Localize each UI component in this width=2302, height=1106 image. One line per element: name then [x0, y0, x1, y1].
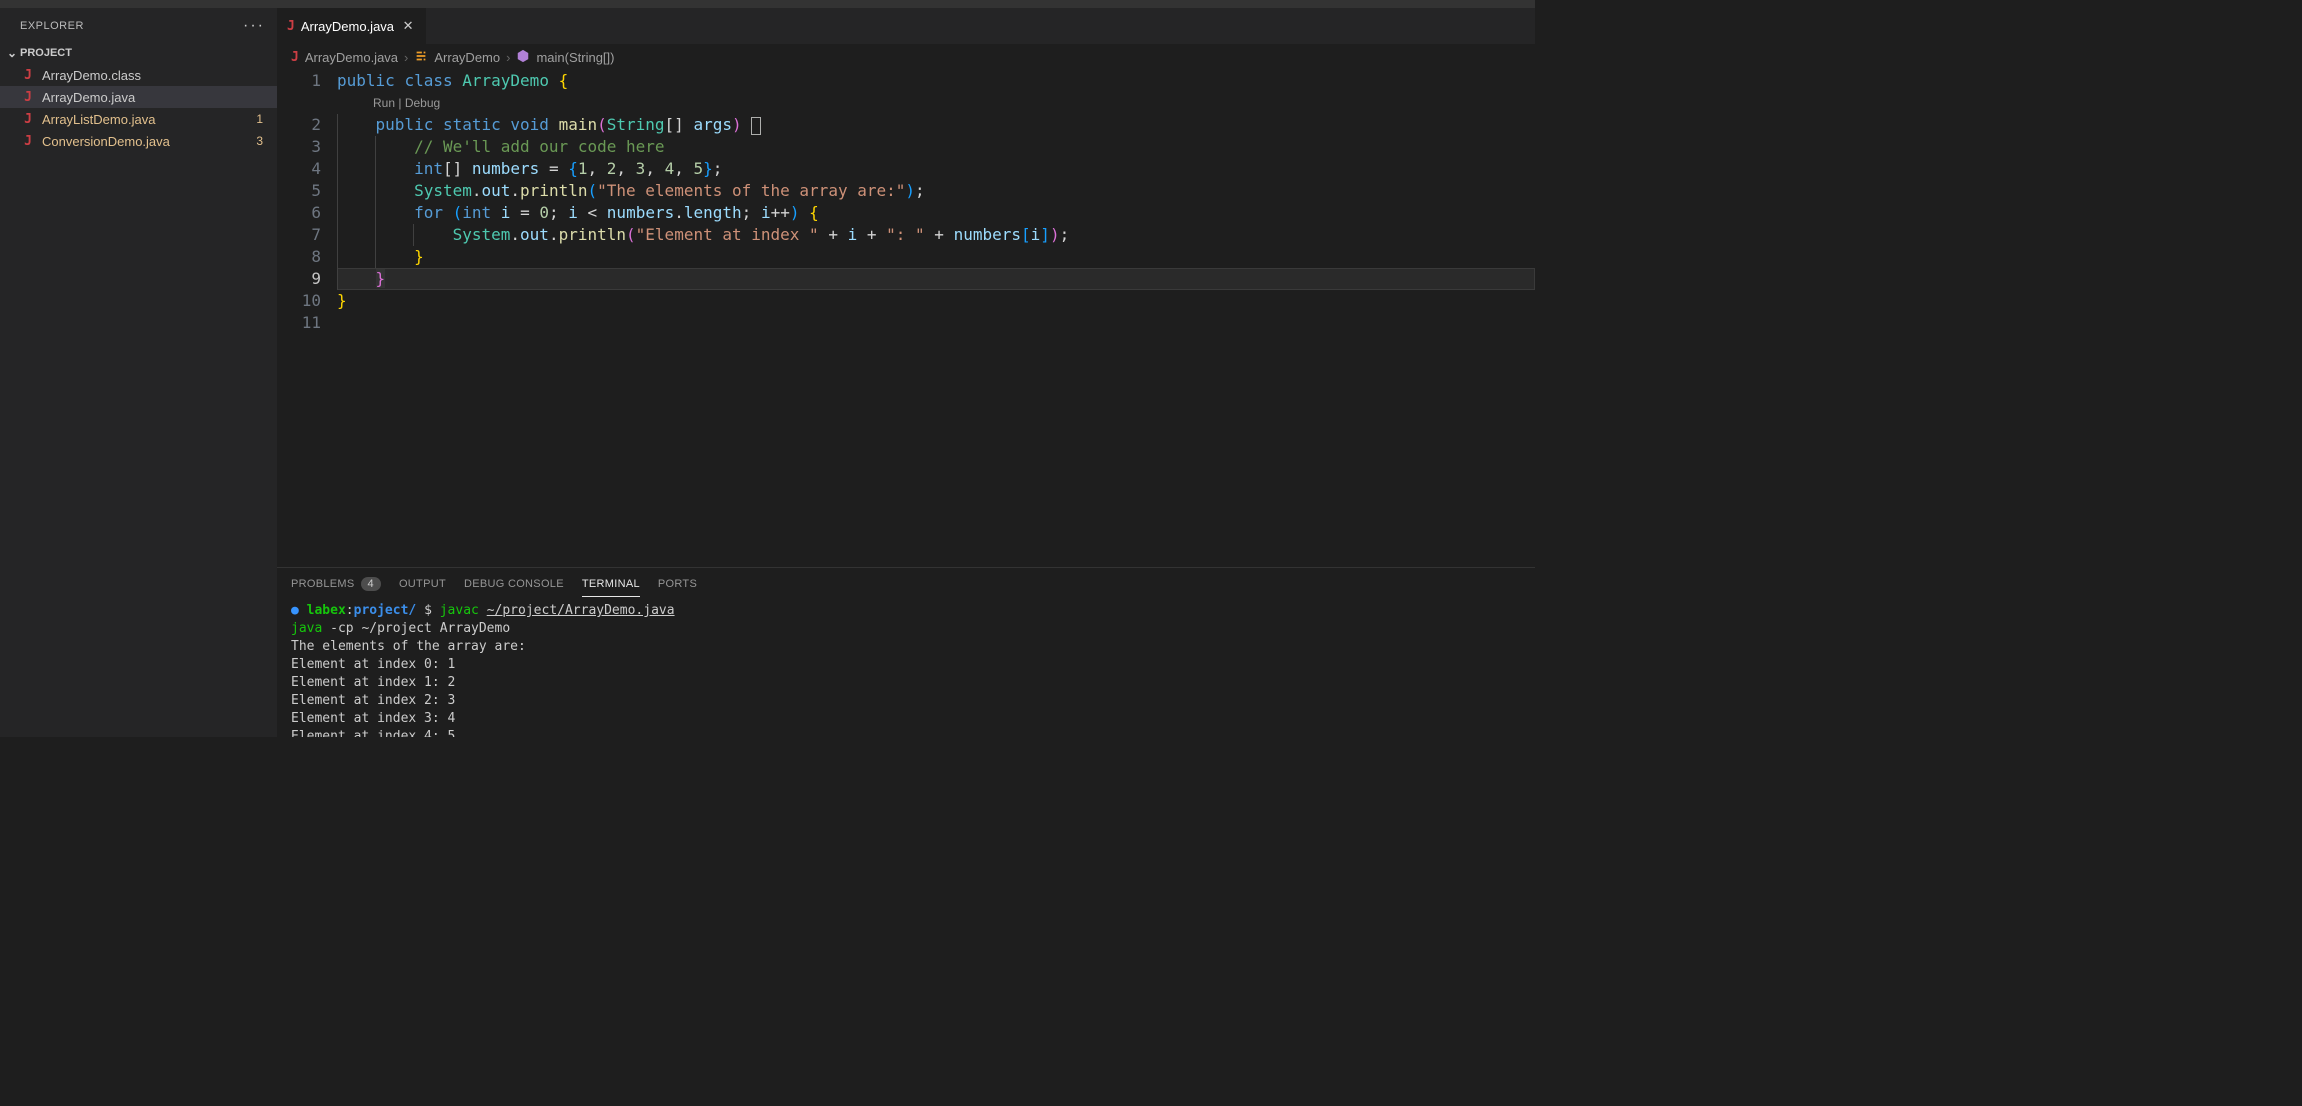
file-item[interactable]: J ArrayListDemo.java1	[0, 108, 277, 130]
chevron-down-icon: ⌄	[4, 46, 20, 60]
line-number: 4	[277, 158, 321, 180]
java-file-icon: J	[20, 68, 36, 83]
explorer-sidebar: EXPLORER ··· ⌄ PROJECT JArrayDemo.classJ…	[0, 8, 277, 737]
java-file-icon: J	[20, 90, 36, 105]
codelens: Run | Debug	[337, 92, 1535, 114]
terminal-line: Element at index 1: 2	[291, 674, 1521, 692]
breadcrumb[interactable]: J ArrayDemo.java › ArrayDemo › main(Stri…	[277, 44, 1535, 70]
terminal-line: Element at index 2: 3	[291, 692, 1521, 710]
terminal-line: java -cp ~/project ArrayDemo	[291, 620, 1521, 638]
explorer-title: EXPLORER	[20, 20, 84, 32]
modified-badge: 1	[256, 112, 263, 126]
close-icon[interactable]: ✕	[400, 18, 416, 34]
tab-label: ArrayDemo.java	[301, 19, 394, 34]
current-line-highlight	[337, 268, 1535, 290]
panel-tabs: PROBLEMS 4 OUTPUT DEBUG CONSOLE TERMINAL…	[277, 568, 1535, 600]
code-editor[interactable]: 1 2 3 4 5 6 7 8 9 10 11 public class Arr…	[277, 70, 1535, 567]
line-number: 1	[277, 70, 321, 92]
more-actions-icon[interactable]: ···	[243, 17, 265, 35]
terminal-line: Element at index 4: 5	[291, 728, 1521, 737]
tab-problems[interactable]: PROBLEMS 4	[291, 571, 381, 597]
tab-debug-console[interactable]: DEBUG CONSOLE	[464, 572, 564, 596]
tab-bar: J ArrayDemo.java ✕	[277, 8, 1535, 44]
keyword: public	[337, 71, 395, 90]
java-file-icon: J	[287, 19, 295, 34]
terminal-line: Element at index 0: 1	[291, 656, 1521, 674]
file-item[interactable]: J ArrayDemo.class	[0, 64, 277, 86]
explorer-header: EXPLORER ···	[0, 8, 277, 43]
cursor	[751, 117, 761, 135]
line-number: 7	[277, 224, 321, 246]
codelens-debug[interactable]: Debug	[405, 96, 440, 110]
line-number: 3	[277, 136, 321, 158]
java-file-icon: J	[20, 112, 36, 127]
section-label: PROJECT	[20, 47, 72, 59]
chevron-right-icon: ›	[404, 50, 408, 65]
terminal[interactable]: ● labex:project/ $ javac ~/project/Array…	[277, 600, 1535, 737]
java-file-icon: J	[291, 50, 299, 65]
project-section-header[interactable]: ⌄ PROJECT	[0, 43, 277, 63]
tab-output[interactable]: OUTPUT	[399, 572, 446, 596]
line-gutter: 1 2 3 4 5 6 7 8 9 10 11	[277, 70, 337, 567]
breadcrumb-method[interactable]: main(String[])	[536, 50, 614, 65]
line-number: 11	[277, 312, 321, 334]
file-name: ArrayListDemo.java	[42, 112, 256, 127]
bottom-panel: PROBLEMS 4 OUTPUT DEBUG CONSOLE TERMINAL…	[277, 567, 1535, 737]
problems-badge: 4	[361, 577, 381, 591]
line-number: 6	[277, 202, 321, 224]
file-name: ConversionDemo.java	[42, 134, 256, 149]
line-number: 10	[277, 290, 321, 312]
tab-ports[interactable]: PORTS	[658, 572, 697, 596]
chevron-right-icon: ›	[506, 50, 510, 65]
file-name: ArrayDemo.class	[42, 68, 267, 83]
file-name: ArrayDemo.java	[42, 90, 267, 105]
codelens-run[interactable]: Run	[373, 96, 395, 110]
java-file-icon: J	[20, 134, 36, 149]
terminal-line: ● labex:project/ $ javac ~/project/Array…	[291, 602, 1521, 620]
line-number: 9	[277, 268, 321, 290]
modified-badge: 3	[256, 134, 263, 148]
title-bar	[0, 0, 1535, 8]
tab-arraydemo[interactable]: J ArrayDemo.java ✕	[277, 8, 427, 44]
editor-area: J ArrayDemo.java ✕ J ArrayDemo.java › Ar…	[277, 8, 1535, 737]
terminal-line: Element at index 3: 4	[291, 710, 1521, 728]
line-number: 2	[277, 114, 321, 136]
breadcrumb-class[interactable]: ArrayDemo	[434, 50, 500, 65]
line-number: 8	[277, 246, 321, 268]
terminal-line: The elements of the array are:	[291, 638, 1521, 656]
class-icon	[414, 49, 428, 66]
file-list: J ArrayDemo.class J ArrayDemo.java J ArrayLis…	[0, 63, 277, 152]
breadcrumb-file[interactable]: ArrayDemo.java	[305, 50, 398, 65]
file-item[interactable]: J ArrayDemo.java	[0, 86, 277, 108]
method-icon	[516, 49, 530, 66]
tab-terminal[interactable]: TERMINAL	[582, 572, 640, 597]
line-number: 5	[277, 180, 321, 202]
code-content[interactable]: public class ArrayDemo { Run | Debug pub…	[337, 70, 1535, 567]
main-layout: EXPLORER ··· ⌄ PROJECT JArrayDemo.classJ…	[0, 8, 1535, 737]
file-item[interactable]: J ConversionDemo.java3	[0, 130, 277, 152]
